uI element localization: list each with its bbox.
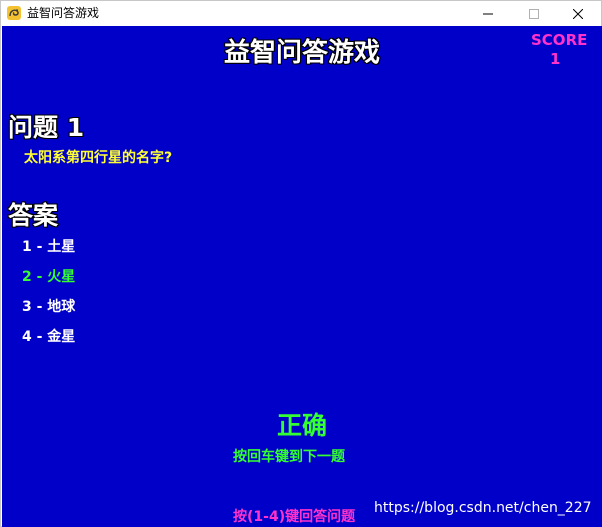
game-title: 益智问答游戏 bbox=[223, 38, 380, 68]
answer-keys-hint: 按(1-4)键回答问题 bbox=[233, 509, 356, 525]
answer-option-2[interactable]: 2 - 火星 bbox=[22, 266, 75, 286]
result-message: 正确 bbox=[276, 411, 327, 440]
window-title: 益智问答游戏 bbox=[27, 6, 100, 20]
question-heading: 问题 1 bbox=[8, 113, 85, 142]
pygame-snake-icon bbox=[6, 5, 22, 21]
score-label: SCORE bbox=[531, 31, 588, 49]
watermark: https://blog.csdn.net/chen_227 bbox=[374, 500, 592, 516]
answer-option-3[interactable]: 3 - 地球 bbox=[22, 296, 75, 316]
answer-option-4[interactable]: 4 - 金星 bbox=[22, 326, 75, 346]
maximize-icon bbox=[529, 8, 539, 19]
answer-option-1[interactable]: 1 - 土星 bbox=[22, 236, 75, 256]
next-question-hint: 按回车键到下一题 bbox=[233, 449, 345, 465]
app-window: 益智问答游戏 益智问答游戏 SCORE 1 问题 1 太阳系第四行星的名字? 答… bbox=[0, 0, 602, 527]
question-text: 太阳系第四行星的名字? bbox=[24, 150, 173, 166]
title-bar[interactable]: 益智问答游戏 bbox=[1, 1, 601, 26]
score-value: 1 bbox=[550, 50, 561, 68]
game-canvas[interactable]: 益智问答游戏 SCORE 1 问题 1 太阳系第四行星的名字? 答案 1 - 土… bbox=[2, 26, 602, 527]
close-button[interactable] bbox=[555, 1, 601, 26]
close-icon bbox=[573, 8, 583, 19]
minimize-button[interactable] bbox=[465, 1, 511, 26]
minimize-icon bbox=[483, 9, 493, 19]
answers-heading: 答案 bbox=[8, 201, 59, 230]
maximize-button[interactable] bbox=[511, 1, 557, 26]
